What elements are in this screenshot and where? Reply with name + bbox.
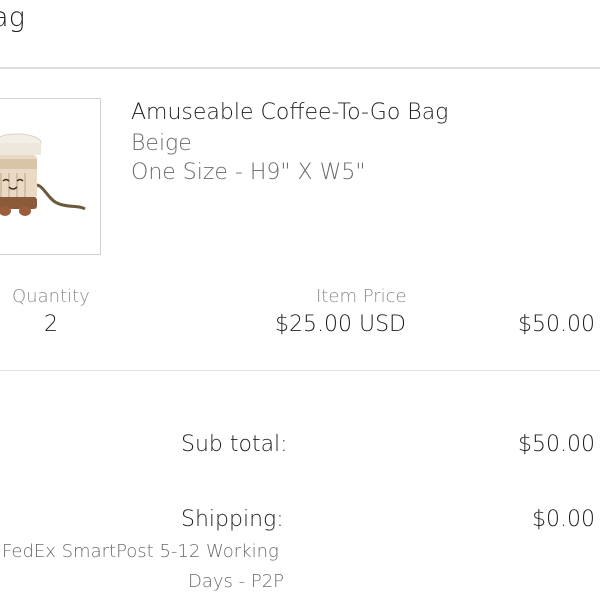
shipping-method-text: FedEx SmartPost 5-12 Working [2,541,279,562]
product-color: Beige [131,131,192,156]
coffee-cup-plush-bag-icon [0,133,86,216]
product-thumbnail[interactable] [0,98,101,255]
product-size: One Size - H9" X W5" [131,160,366,185]
item-price-label: Item Price [316,286,407,307]
shipping-method-text-cont: Days - P2P [188,571,285,592]
subtotal-label: Sub total: [181,432,288,457]
shipping-value: $0.00 [532,507,595,532]
items-divider [0,370,600,371]
subtotal-value: $50.00 [518,432,595,457]
product-name[interactable]: Amuseable Coffee-To-Go Bag [131,100,448,125]
order-summary-page: ag Amuseable Coffee-To-Go Bag Beige One … [0,0,600,600]
page-title: ag [0,2,26,33]
quantity-value: 2 [44,312,58,337]
line-total-value: $50.00 [518,312,595,337]
shipping-label: Shipping: [181,507,284,532]
quantity-label: Quantity [12,286,90,307]
header-divider [0,67,600,69]
item-price-value: $25.00 USD [275,312,406,337]
